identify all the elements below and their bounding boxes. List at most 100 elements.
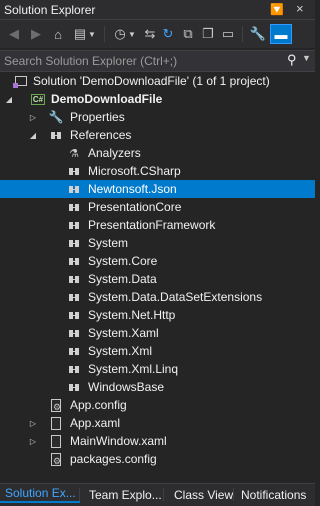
xaml-file-icon [48,433,64,449]
reference-icon [66,217,82,233]
close-icon[interactable]: × [296,1,304,16]
reference-item[interactable]: System.Xml.Linq [0,360,315,378]
reference-item[interactable]: System.Data [0,270,315,288]
file-label: App.config [70,398,127,412]
collapsed-arrow-icon[interactable]: ▷ [28,414,38,432]
references-label: References [70,128,132,142]
view-code-icon[interactable]: ▭ [218,24,238,44]
tab-class-view[interactable]: Class View [164,484,234,505]
tab-label: Solution Ex... [5,485,76,500]
reference-icon [66,379,82,395]
tree-item-file[interactable]: packages.config [0,450,315,468]
reference-label: Microsoft.CSharp [88,164,181,178]
tab-label: Team Explo... [89,487,162,502]
reference-item[interactable]: System.Data.DataSetExtensions [0,288,315,306]
back-icon[interactable]: ◀ [4,24,24,44]
reference-label: System.Xaml [88,326,159,340]
wrench-icon: 🔧 [48,110,64,124]
tab-notifications[interactable]: Notifications [234,484,315,505]
reference-label: PresentationFramework [88,218,216,232]
toolbar-separator [104,26,105,42]
reference-label: System.Core [88,254,158,268]
file-label: MainWindow.xaml [70,434,167,448]
reference-icon [66,181,82,197]
reference-label: WindowsBase [88,380,165,394]
home-icon[interactable]: ⌂ [48,24,68,44]
reference-label: System.Data.DataSetExtensions [88,290,263,304]
config-file-icon [48,451,64,467]
properties-wrench-icon[interactable]: 🔧 [248,24,268,44]
search-input[interactable] [4,52,274,69]
pin-icon[interactable]: 🔽 [270,3,284,16]
tree-item-file[interactable]: App.config [0,396,315,414]
properties-label: Properties [70,110,125,124]
tree-item-properties[interactable]: ▷ 🔧 Properties [0,108,315,126]
reference-item[interactable]: System [0,234,315,252]
tree-item-solution[interactable]: Solution 'DemoDownloadFile' (1 of 1 proj… [0,72,315,90]
solution-icon [13,73,29,89]
filter-dropdown-icon[interactable]: ▼ [126,24,138,44]
csharp-project-icon: C# [31,93,45,105]
tab-team-explorer[interactable]: Team Explo... [80,484,164,505]
analyzers-label: Analyzers [88,146,141,160]
solution-tree: Solution 'DemoDownloadFile' (1 of 1 proj… [0,71,315,481]
switch-views-dropdown-icon[interactable]: ▼ [86,24,98,44]
tree-item-project[interactable]: ◢ C# DemoDownloadFile [0,90,315,108]
solution-label: Solution 'DemoDownloadFile' (1 of 1 proj… [33,74,270,88]
forward-icon[interactable]: ▶ [26,24,46,44]
reference-icon [66,235,82,251]
reference-icon [66,199,82,215]
reference-icon [66,163,82,179]
reference-item[interactable]: System.Xml [0,342,315,360]
tab-label: Class View [174,487,234,502]
collapse-all-icon[interactable]: ⧉ [178,24,198,44]
reference-item[interactable]: WindowsBase [0,378,315,396]
reference-label: System.Xml [88,344,153,358]
file-label: packages.config [70,452,157,466]
expanded-arrow-icon[interactable]: ◢ [4,90,14,108]
tree-item-analyzers[interactable]: ⚗ Analyzers [0,144,315,162]
toolbar-separator [242,26,243,42]
sync-with-document-icon[interactable]: ⇆ [140,24,160,44]
refresh-icon[interactable]: ↻ [158,24,178,44]
search-box: ⚲ ▼ [0,50,315,72]
reference-icon [66,307,82,323]
window-title: Solution Explorer [4,3,96,17]
search-icon[interactable]: ⚲ [287,52,297,68]
reference-icon [66,253,82,269]
expanded-arrow-icon[interactable]: ◢ [28,126,38,144]
reference-label: System.Data [88,272,157,286]
reference-label: System.Net.Http [88,308,176,322]
tree-item-file[interactable]: ▷ MainWindow.xaml [0,432,315,450]
preview-selected-items-icon[interactable]: ▬ [270,24,292,44]
reference-icon [66,289,82,305]
reference-item[interactable]: System.Core [0,252,315,270]
reference-label: System [88,236,129,250]
analyzers-icon: ⚗ [69,147,79,160]
file-label: App.xaml [70,416,121,430]
reference-icon [66,343,82,359]
tab-solution-explorer[interactable]: Solution Ex... [0,484,80,503]
reference-icon [66,325,82,341]
collapsed-arrow-icon[interactable]: ▷ [28,108,38,126]
reference-item[interactable]: Microsoft.CSharp [0,162,315,180]
tree-item-references[interactable]: ◢ References [0,126,315,144]
reference-item[interactable]: PresentationFramework [0,216,315,234]
reference-item[interactable]: PresentationCore [0,198,315,216]
reference-icon [66,271,82,287]
reference-item-selected[interactable]: Newtonsoft.Json [0,180,315,198]
project-label: DemoDownloadFile [51,92,163,106]
reference-label: System.Xml.Linq [88,362,179,376]
reference-item[interactable]: System.Xaml [0,324,315,342]
reference-item[interactable]: System.Net.Http [0,306,315,324]
bottom-tab-strip: Solution Ex... Team Explo... Class View … [0,483,315,506]
tab-label: Notifications [241,487,307,502]
collapsed-arrow-icon[interactable]: ▷ [28,432,38,450]
reference-icon [66,361,82,377]
tree-item-file[interactable]: ▷ App.xaml [0,414,315,432]
show-all-files-icon[interactable]: ❐ [198,24,218,44]
toolbar: ◀ ▶ ⌂ ▤ ▼ ◷ ▼ ⇆ ↻ ⧉ ❐ ▭ 🔧 ▬ [0,20,315,48]
reference-label: PresentationCore [88,200,182,214]
config-file-icon [48,397,64,413]
search-options-dropdown-icon[interactable]: ▼ [302,53,311,63]
